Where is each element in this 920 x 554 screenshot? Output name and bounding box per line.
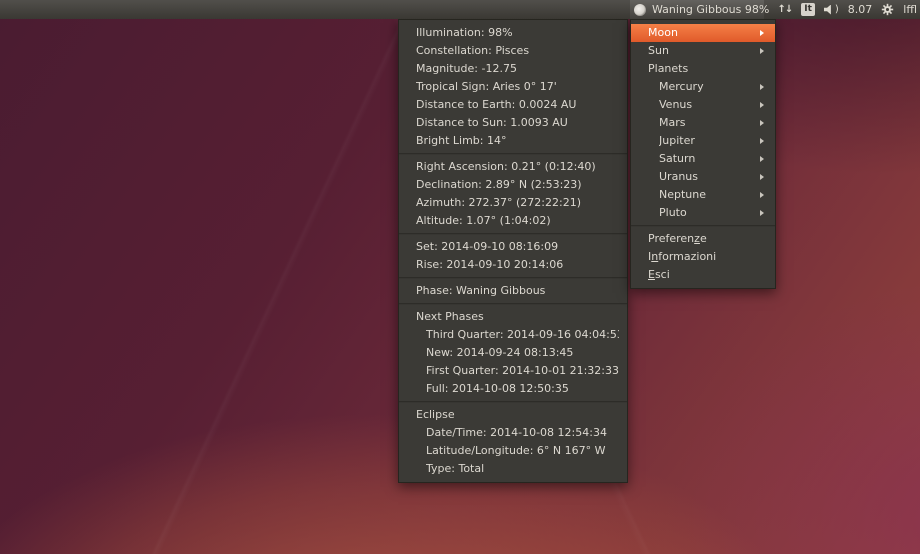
menu-item-eclipse-type[interactable]: Type: Total (399, 460, 627, 478)
menu-item-saturn[interactable]: Saturn (631, 150, 775, 168)
menu-item-bright-limb[interactable]: Bright Limb: 14° (399, 132, 627, 150)
label-text: Preferen (648, 232, 694, 245)
menu-item-pluto[interactable]: Pluto (631, 204, 775, 222)
submenu-arrow-icon (760, 48, 764, 54)
menu-item-jupiter[interactable]: Jupiter (631, 132, 775, 150)
menu-item-azimuth[interactable]: Azimuth: 272.37° (272:22:21) (399, 194, 627, 212)
menu-item-preferences[interactable]: Preferenze (631, 230, 775, 248)
session-gear-icon[interactable] (881, 3, 894, 16)
label-text: e (700, 232, 707, 245)
menu-item-mercury[interactable]: Mercury (631, 78, 775, 96)
moon-indicator-label: Waning Gibbous 98% (652, 3, 769, 16)
menu-item-declination[interactable]: Declination: 2.89° N (2:53:23) (399, 176, 627, 194)
menu-item-planets[interactable]: Planets (631, 60, 775, 78)
menu-item-uranus[interactable]: Uranus (631, 168, 775, 186)
menu-item-distance-sun[interactable]: Distance to Sun: 1.0093 AU (399, 114, 627, 132)
panel-indicator-area: ↑↓ It ) 8.07 lffl (777, 0, 917, 19)
menu-separator (399, 153, 627, 155)
menu-item-about[interactable]: Informazioni (631, 248, 775, 266)
submenu-arrow-icon (760, 102, 764, 108)
submenu-arrow-icon (760, 120, 764, 126)
menu-item-venus[interactable]: Venus (631, 96, 775, 114)
menu-item-altitude[interactable]: Altitude: 1.07° (1:04:02) (399, 212, 627, 230)
indicator-main-menu: Moon Sun Planets Mercury Venus Mars Jupi… (630, 19, 776, 289)
menu-separator (399, 401, 627, 403)
submenu-arrow-icon (760, 210, 764, 216)
top-panel: Waning Gibbous 98% ↑↓ It ) 8.07 (0, 0, 920, 19)
menu-item-eclipse-header[interactable]: Eclipse (399, 406, 627, 424)
submenu-arrow-icon (760, 174, 764, 180)
menu-item-rise[interactable]: Rise: 2014-09-10 20:14:06 (399, 256, 627, 274)
menu-item-eclipse-latlong[interactable]: Latitude/Longitude: 6° N 167° W (399, 442, 627, 460)
menu-item-quit[interactable]: Esci (631, 266, 775, 284)
menu-item-eclipse-datetime[interactable]: Date/Time: 2014-10-08 12:54:34 (399, 424, 627, 442)
mnemonic-letter: E (648, 268, 655, 281)
menu-separator (399, 303, 627, 305)
network-sync-arrows-icon[interactable]: ↑↓ (777, 4, 792, 15)
moon-phase-icon (634, 4, 646, 16)
label-text: sci (655, 268, 670, 281)
menu-item-tropical-sign[interactable]: Tropical Sign: Aries 0° 17' (399, 78, 627, 96)
username-label[interactable]: lffl (903, 3, 917, 16)
submenu-arrow-icon (760, 138, 764, 144)
menu-item-constellation[interactable]: Constellation: Pisces (399, 42, 627, 60)
menu-separator (631, 225, 775, 227)
menu-item-right-ascension[interactable]: Right Ascension: 0.21° (0:12:40) (399, 158, 627, 176)
menu-item-distance-earth[interactable]: Distance to Earth: 0.0024 AU (399, 96, 627, 114)
moon-phase-indicator[interactable]: Waning Gibbous 98% (630, 0, 764, 19)
submenu-arrow-icon (760, 156, 764, 162)
menu-item-new-moon[interactable]: New: 2014-09-24 08:13:45 (399, 344, 627, 362)
menu-item-sun[interactable]: Sun (631, 42, 775, 60)
menu-item-neptune[interactable]: Neptune (631, 186, 775, 204)
menu-item-magnitude[interactable]: Magnitude: -12.75 (399, 60, 627, 78)
label-text: formazioni (658, 250, 716, 263)
submenu-arrow-icon (760, 84, 764, 90)
speaker-icon (824, 5, 834, 15)
volume-icon[interactable]: ) (824, 4, 839, 15)
menu-item-illumination[interactable]: Illumination: 98% (399, 24, 627, 42)
menu-item-phase[interactable]: Phase: Waning Gibbous (399, 282, 627, 300)
menu-item-moon[interactable]: Moon (631, 24, 775, 42)
menu-item-third-quarter[interactable]: Third Quarter: 2014-09-16 04:04:53 (399, 326, 627, 344)
volume-wave-icon: ) (835, 4, 839, 15)
submenu-arrow-icon (760, 30, 764, 36)
keyboard-layout-indicator[interactable]: It (801, 3, 815, 16)
menu-item-full-moon[interactable]: Full: 2014-10-08 12:50:35 (399, 380, 627, 398)
menu-item-next-phases-header[interactable]: Next Phases (399, 308, 627, 326)
menu-item-set[interactable]: Set: 2014-09-10 08:16:09 (399, 238, 627, 256)
menu-item-first-quarter[interactable]: First Quarter: 2014-10-01 21:32:33 (399, 362, 627, 380)
submenu-arrow-icon (760, 192, 764, 198)
menu-separator (399, 233, 627, 235)
menu-item-mars[interactable]: Mars (631, 114, 775, 132)
clock[interactable]: 8.07 (848, 3, 873, 16)
menu-separator (399, 277, 627, 279)
moon-details-submenu: Illumination: 98% Constellation: Pisces … (398, 19, 628, 483)
